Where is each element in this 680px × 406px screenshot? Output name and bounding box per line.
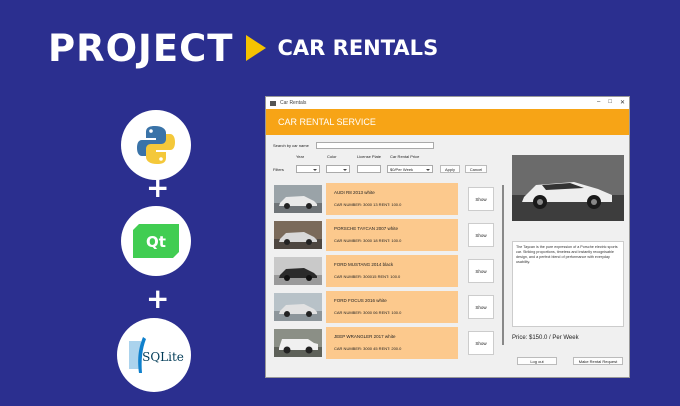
car-thumbnail (274, 185, 322, 213)
show-button[interactable]: Show (468, 295, 494, 319)
sqlite-logo-text: SQLite (142, 350, 184, 364)
make-rental-request-button[interactable]: Make Rental Request (573, 357, 623, 365)
minimize-button[interactable]: – (597, 99, 600, 106)
cancel-button[interactable]: Cancel (465, 165, 487, 173)
car-info: FORD FOCUS 2016 white CAR NUMBER: 3000 0… (326, 291, 458, 323)
maximize-button[interactable]: □ (608, 99, 612, 106)
play-arrow-icon (245, 35, 266, 61)
banner-title-car-rentals: CAR RENTALS (277, 36, 439, 60)
show-button[interactable]: Show (468, 187, 494, 211)
filter-plate-label: License Plate (357, 154, 382, 159)
close-button[interactable]: ✕ (620, 99, 625, 106)
app-window: Car Rentals – □ ✕ CAR RENTAL SERVICE Sea… (265, 96, 630, 378)
search-label: Search by car name (273, 143, 309, 148)
window-titlebar: Car Rentals – □ ✕ (266, 97, 629, 109)
qt-logo-icon: Qt (121, 206, 191, 276)
car-row: JEEP WRANGLER 2017 white CAR NUMBER: 300… (272, 327, 504, 359)
car-thumbnail (274, 257, 322, 285)
banner-title-project: PROJECT (48, 26, 234, 70)
banner-title: PROJECT CAR RENTALS (48, 26, 439, 70)
year-select[interactable] (296, 165, 320, 173)
car-name: AUDI R8 2013 white (334, 190, 375, 195)
car-preview-image (512, 155, 624, 221)
filter-price-label: Car Rental Price (390, 154, 420, 159)
car-description: The Taycan is the pure expression of a P… (512, 241, 624, 327)
price-select[interactable]: $0/Per Week (387, 165, 433, 173)
show-button[interactable]: Show (468, 259, 494, 283)
qt-logo-text: Qt (146, 233, 166, 251)
car-row: PORSCHE TAYCAN 2007 white CAR NUMBER: 30… (272, 219, 504, 251)
car-list: AUDI R8 2013 white CAR NUMBER: 3000 13 R… (272, 183, 504, 371)
car-name: JEEP WRANGLER 2017 white (334, 334, 396, 339)
car-info: AUDI R8 2013 white CAR NUMBER: 3000 13 R… (326, 183, 458, 215)
car-number-rent: CAR NUMBER: 3000 13 RENT: 100.0 (334, 202, 402, 207)
car-number-rent: CAR NUMBER: 3000 18 RENT: 100.0 (334, 238, 402, 243)
plus-sign: + (146, 282, 170, 315)
filter-year-label: Year (296, 154, 305, 159)
car-row: FORD MUSTANG 2014 black CAR NUMBER: 3000… (272, 255, 504, 287)
car-info: JEEP WRANGLER 2017 white CAR NUMBER: 300… (326, 327, 458, 359)
logout-button[interactable]: Log out (517, 357, 557, 365)
color-select[interactable] (326, 165, 350, 173)
car-row: AUDI R8 2013 white CAR NUMBER: 3000 13 R… (272, 183, 504, 215)
car-list-scrollbar[interactable] (502, 185, 504, 345)
car-name: FORD MUSTANG 2014 black (334, 262, 394, 267)
app-header-title: CAR RENTAL SERVICE (278, 117, 376, 127)
car-thumbnail (274, 329, 322, 357)
app-header: CAR RENTAL SERVICE (266, 109, 629, 135)
show-button[interactable]: Show (468, 331, 494, 355)
car-number-rent: CAR NUMBER: 3000 06 RENT: 100.0 (334, 310, 402, 315)
car-info: FORD MUSTANG 2014 black CAR NUMBER: 3000… (326, 255, 458, 287)
car-thumbnail (274, 293, 322, 321)
plus-sign: + (146, 171, 170, 204)
car-number-rent: CAR NUMBER: 3000 45 RENT: 200.0 (334, 346, 402, 351)
car-name: PORSCHE TAYCAN 2007 white (334, 226, 399, 231)
window-title: Car Rentals (280, 100, 307, 106)
sqlite-logo-icon: SQLite (117, 318, 191, 392)
car-name: FORD FOCUS 2016 white (334, 298, 387, 303)
show-button[interactable]: Show (468, 223, 494, 247)
python-logo-icon (121, 110, 191, 180)
plate-input[interactable] (357, 165, 381, 173)
car-number-rent: CAR NUMBER: 300015 RENT: 100.0 (334, 274, 401, 279)
car-row: FORD FOCUS 2016 white CAR NUMBER: 3000 0… (272, 291, 504, 323)
search-input[interactable] (316, 142, 434, 149)
car-thumbnail (274, 221, 322, 249)
car-info: PORSCHE TAYCAN 2007 white CAR NUMBER: 30… (326, 219, 458, 251)
apply-button[interactable]: Apply (440, 165, 460, 173)
app-window-icon (270, 100, 276, 106)
filters-label: Filters (273, 167, 284, 172)
rental-price: Price: $150.0 / Per Week (512, 335, 579, 341)
filter-color-label: Color (327, 154, 337, 159)
